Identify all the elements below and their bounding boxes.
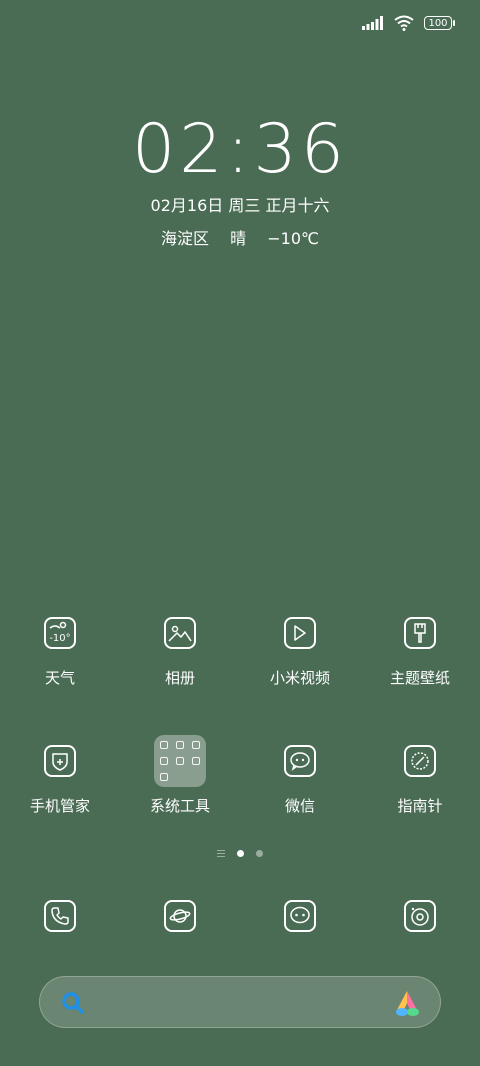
app-label: 天气	[44, 669, 75, 687]
status-bar: 100	[362, 12, 455, 34]
page-menu-icon	[217, 850, 225, 857]
app-label: 相册	[164, 669, 195, 687]
app-mi-video[interactable]: 小米视频	[244, 617, 357, 688]
app-themes[interactable]: 主题壁纸	[364, 617, 477, 688]
video-play-icon	[284, 617, 316, 649]
app-compass[interactable]: 指南针	[364, 745, 477, 816]
date-text[interactable]: 02月16日 周三 正月十六	[0, 192, 480, 216]
app-label: 手机管家	[29, 797, 90, 815]
signal-bars-icon	[362, 16, 383, 30]
battery-level: 100	[428, 18, 448, 29]
page-dot-active	[237, 850, 244, 857]
app-label: 指南针	[397, 797, 443, 815]
dock	[0, 900, 480, 932]
camera-icon	[404, 900, 436, 932]
dock-camera[interactable]	[364, 900, 477, 932]
search-icon	[62, 992, 84, 1014]
search-bar[interactable]	[39, 976, 441, 1028]
clock-time[interactable]: 02:36	[0, 110, 480, 189]
page-dot	[256, 850, 263, 857]
weather-icon: -10°	[44, 617, 76, 649]
weather-temperature: −10℃	[267, 229, 319, 248]
weather-condition: 晴	[230, 229, 247, 248]
page-indicator[interactable]	[0, 850, 480, 857]
app-gallery[interactable]: 相册	[124, 617, 237, 688]
app-security[interactable]: 手机管家	[4, 745, 117, 816]
app-wechat[interactable]: 微信	[244, 745, 357, 816]
app-row-2: 手机管家 系统工具 微信 指南针	[0, 735, 480, 816]
app-label: 主题壁纸	[389, 669, 450, 687]
app-label: 小米视频	[269, 669, 330, 687]
browser-planet-icon	[164, 900, 196, 932]
phone-icon	[44, 900, 76, 932]
wifi-icon	[394, 15, 414, 31]
assistant-logo-icon[interactable]	[392, 988, 422, 1018]
dock-phone[interactable]	[4, 900, 117, 932]
app-label: 系统工具	[149, 797, 210, 815]
battery-indicator: 100	[424, 16, 455, 30]
folder-icon	[154, 735, 206, 787]
compass-icon	[404, 745, 436, 777]
weather-location: 海淀区	[161, 229, 210, 248]
app-row-1: -10° 天气 相册 小米视频 主题壁纸	[0, 617, 480, 688]
app-label: 微信	[284, 797, 315, 815]
dock-browser[interactable]	[124, 900, 237, 932]
weather-summary[interactable]: 海淀区 晴 −10℃	[0, 225, 480, 249]
messages-icon	[284, 900, 316, 932]
gallery-icon	[164, 617, 196, 649]
app-folder-system-tools[interactable]: 系统工具	[124, 735, 237, 816]
theme-brush-icon	[404, 617, 436, 649]
wechat-chat-icon	[284, 745, 316, 777]
security-shield-icon	[44, 745, 76, 777]
app-weather[interactable]: -10° 天气	[4, 617, 117, 688]
dock-messages[interactable]	[244, 900, 357, 932]
